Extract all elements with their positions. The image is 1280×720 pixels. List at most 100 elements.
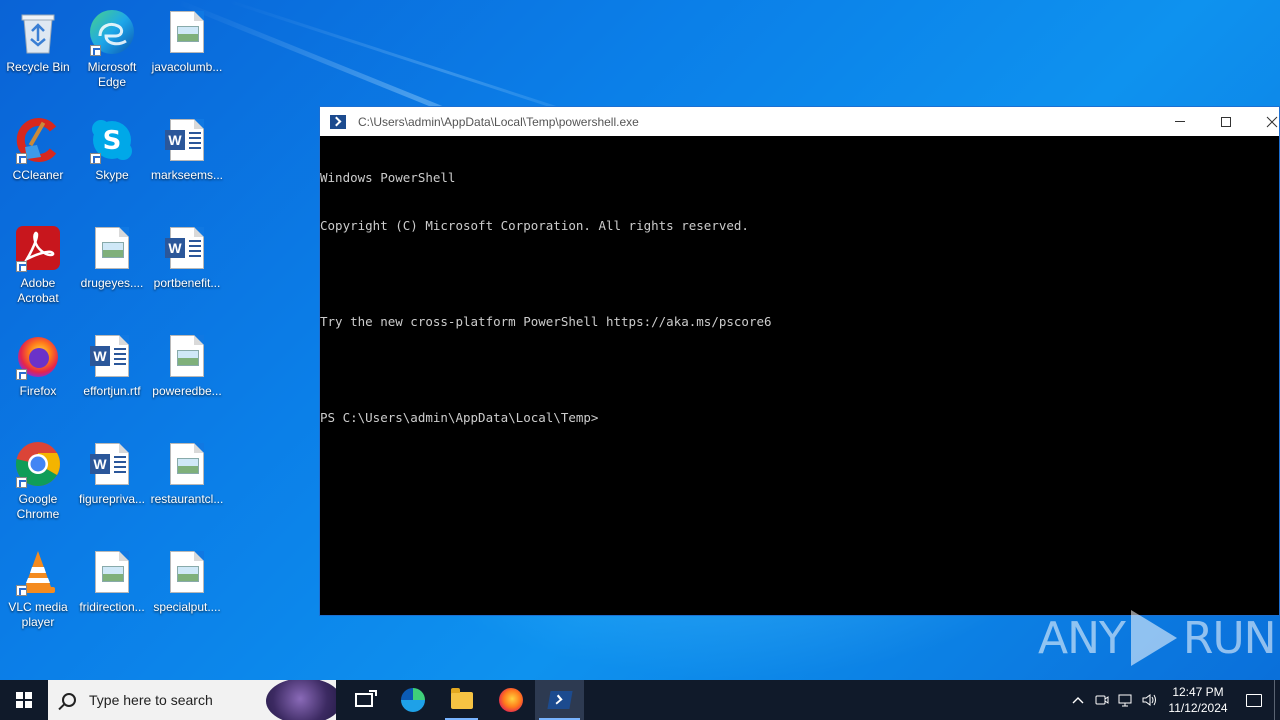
- console-prompt[interactable]: PS C:\Users\admin\AppData\Local\Temp>: [320, 410, 1279, 426]
- desktop-icon-recycle-bin[interactable]: Recycle Bin: [0, 8, 76, 75]
- windows-logo-icon: [16, 692, 32, 708]
- desktop-icon-label: Recycle Bin: [6, 60, 70, 74]
- minimize-button[interactable]: [1157, 107, 1203, 136]
- desktop-icon-label: Microsoft Edge: [87, 60, 137, 89]
- desktop-icon-label: markseems...: [150, 168, 223, 182]
- watermark-text-left: ANY: [1038, 612, 1126, 664]
- taskbar-file-explorer[interactable]: [437, 680, 486, 720]
- skype-icon: S: [88, 116, 136, 164]
- desktop-icon-file[interactable]: restaurantcl...: [149, 440, 225, 507]
- powershell-icon: [546, 691, 573, 709]
- clock-time: 12:47 PM: [1172, 685, 1224, 699]
- desktop-icon-vlc[interactable]: VLC media player: [0, 548, 76, 630]
- powershell-window[interactable]: C:\Users\admin\AppData\Local\Temp\powers…: [319, 106, 1280, 616]
- firefox-icon: [14, 332, 62, 380]
- shortcut-arrow-icon: [90, 153, 101, 164]
- desktop-icon-label: CCleaner: [12, 168, 64, 182]
- word-doc-icon: W: [88, 440, 136, 488]
- desktop-icon-file[interactable]: javacolumb...: [149, 8, 225, 75]
- vlc-icon: [14, 548, 62, 596]
- watermark-text-right: RUN: [1182, 612, 1277, 664]
- notification-center-button[interactable]: [1234, 680, 1274, 720]
- shortcut-arrow-icon: [16, 477, 27, 488]
- desktop-icon-ccleaner[interactable]: CCleaner: [0, 116, 76, 183]
- edge-icon: [400, 688, 425, 712]
- console-output[interactable]: Windows PowerShell Copyright (C) Microso…: [320, 136, 1279, 458]
- maximize-button[interactable]: [1203, 107, 1249, 136]
- show-hidden-icons-button[interactable]: [1066, 680, 1090, 720]
- minimize-icon: [1175, 121, 1185, 122]
- desktop-icon-firefox[interactable]: Firefox: [0, 332, 76, 399]
- network-icon: [1118, 694, 1132, 707]
- desktop-icon-google-chrome[interactable]: Google Chrome: [0, 440, 76, 522]
- powershell-icon: [330, 114, 346, 129]
- taskbar-powershell[interactable]: [535, 680, 584, 720]
- desktop-icon-label: portbenefit...: [153, 276, 221, 290]
- desktop-icon-label: poweredbe...: [152, 384, 222, 398]
- desktop-icon-adobe-acrobat[interactable]: Adobe Acrobat: [0, 224, 76, 306]
- edge-icon: [88, 8, 136, 56]
- desktop-icon-label: Google Chrome: [16, 492, 60, 521]
- close-button[interactable]: [1249, 107, 1280, 136]
- desktop-icon-file[interactable]: W portbenefit...: [149, 224, 225, 291]
- meet-now-icon: [1095, 695, 1109, 705]
- show-desktop-button[interactable]: [1274, 680, 1280, 720]
- image-file-icon: [163, 548, 211, 596]
- window-title: C:\Users\admin\AppData\Local\Temp\powers…: [358, 114, 639, 129]
- desktop-icon-label: drugeyes....: [80, 276, 144, 290]
- recycle-bin-icon: [14, 8, 62, 56]
- image-file-icon: [163, 440, 211, 488]
- word-doc-icon: W: [163, 116, 211, 164]
- desktop-icon-label: VLC media player: [8, 600, 68, 629]
- acrobat-icon: [14, 224, 62, 272]
- desktop-icon-file[interactable]: fridirection...: [74, 548, 150, 615]
- image-file-icon: [163, 8, 211, 56]
- tray-network[interactable]: [1114, 680, 1138, 720]
- desktop-icon-microsoft-edge[interactable]: Microsoft Edge: [74, 8, 150, 90]
- word-doc-icon: W: [163, 224, 211, 272]
- desktop-icon-label: effortjun.rtf: [83, 384, 141, 398]
- taskbar-task-view[interactable]: [339, 680, 388, 720]
- desktop-icon-file[interactable]: poweredbe...: [149, 332, 225, 399]
- clock-date: 11/12/2024: [1168, 701, 1228, 715]
- task-view-icon: [354, 690, 377, 707]
- shortcut-arrow-icon: [90, 45, 101, 56]
- search-placeholder: Type here to search: [89, 692, 213, 708]
- ccleaner-icon: [14, 116, 62, 164]
- desktop-icon-label: specialput....: [153, 600, 221, 614]
- desktop-icon-label: fridirection...: [79, 600, 145, 614]
- console-line: Copyright (C) Microsoft Corporation. All…: [320, 218, 749, 233]
- taskbar-clock[interactable]: 12:47 PM 11/12/2024: [1162, 684, 1234, 716]
- taskbar-edge[interactable]: [388, 680, 437, 720]
- desktop-icon-label: Firefox: [19, 384, 57, 398]
- image-file-icon: [163, 332, 211, 380]
- desktop-icon-file[interactable]: W effortjun.rtf: [74, 332, 150, 399]
- volume-icon: [1142, 694, 1156, 706]
- desktop-icon-file[interactable]: drugeyes....: [74, 224, 150, 291]
- tray-meet-now[interactable]: [1090, 680, 1114, 720]
- desktop-icon-label: figurepriva...: [78, 492, 146, 506]
- window-titlebar[interactable]: C:\Users\admin\AppData\Local\Temp\powers…: [320, 107, 1279, 136]
- svg-text:S: S: [103, 126, 122, 156]
- shortcut-arrow-icon: [16, 261, 27, 272]
- shortcut-arrow-icon: [16, 153, 27, 164]
- shortcut-arrow-icon: [16, 369, 27, 380]
- desktop-icon-skype[interactable]: S Skype: [74, 116, 150, 183]
- image-file-icon: [88, 224, 136, 272]
- anyrun-watermark: ANY RUN: [1038, 610, 1277, 666]
- taskbar-firefox[interactable]: [486, 680, 535, 720]
- start-button[interactable]: [0, 680, 48, 720]
- desktop-icon-file[interactable]: W markseems...: [149, 116, 225, 183]
- desktop-icon-file[interactable]: W figurepriva...: [74, 440, 150, 507]
- file-explorer-icon: [450, 687, 473, 709]
- image-file-icon: [88, 548, 136, 596]
- firefox-icon: [498, 688, 523, 712]
- maximize-icon: [1221, 116, 1231, 127]
- tray-volume[interactable]: [1138, 680, 1162, 720]
- chrome-icon: [14, 440, 62, 488]
- console-line: Try the new cross-platform PowerShell ht…: [320, 314, 772, 329]
- desktop-icon-file[interactable]: specialput....: [149, 548, 225, 615]
- taskbar-search-box[interactable]: Type here to search: [48, 680, 336, 720]
